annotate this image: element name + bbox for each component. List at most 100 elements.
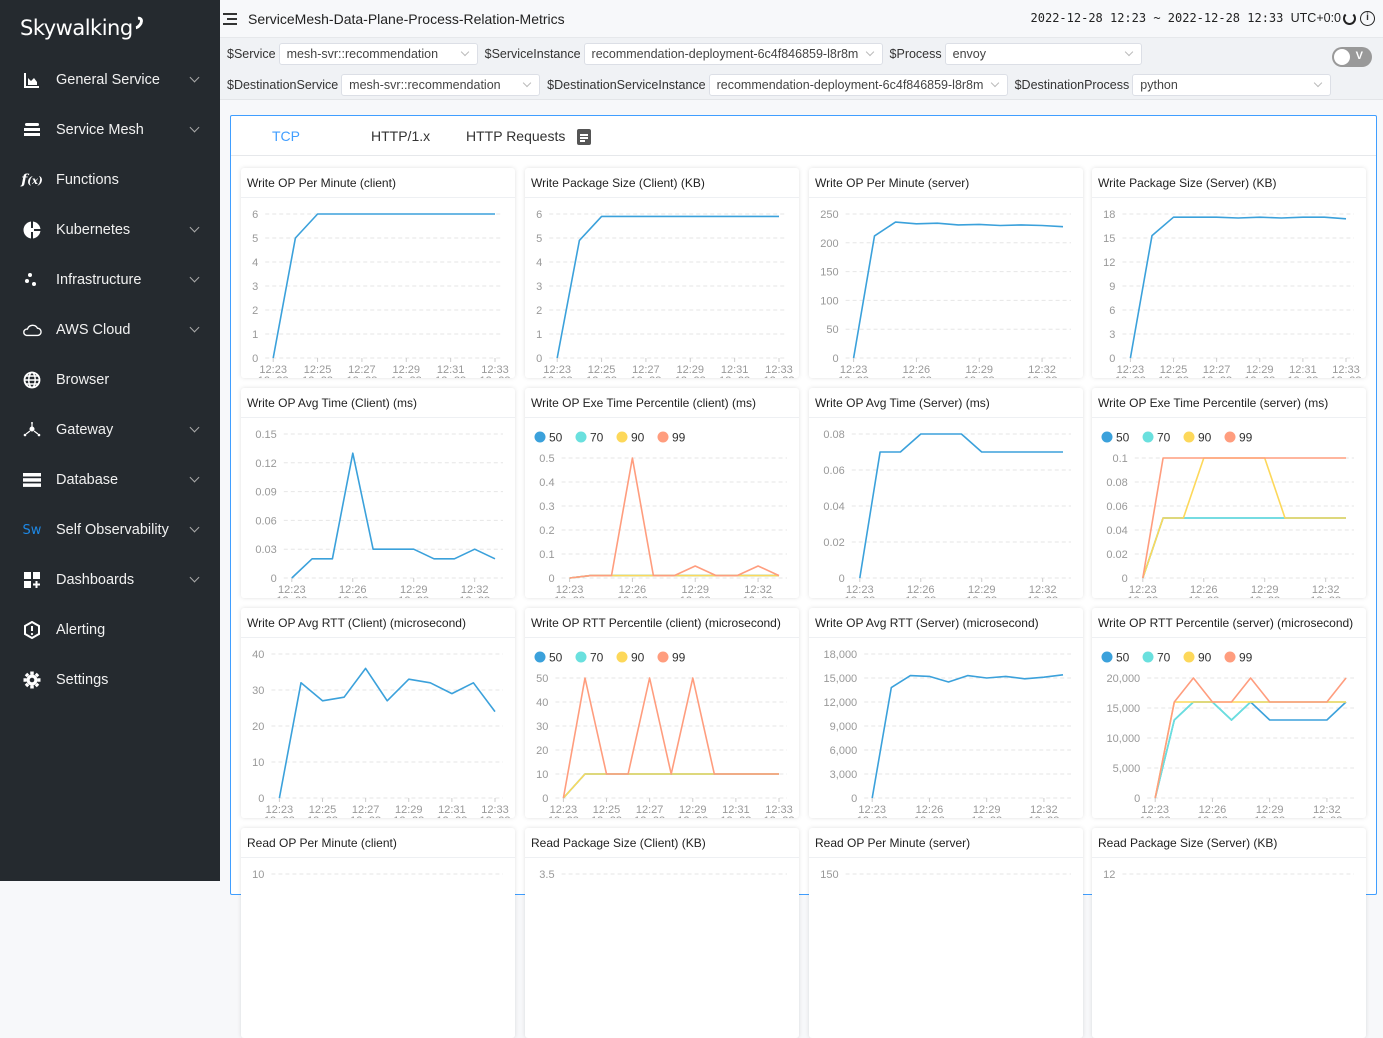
series-line-70[interactable] — [1142, 517, 1346, 579]
series-line-99[interactable] — [562, 677, 779, 799]
service-instance-select[interactable]: recommendation-deployment-6c4f846859-l8r… — [583, 43, 883, 65]
sidebar-item-label: Functions — [56, 172, 119, 188]
process-select[interactable]: envoy — [944, 43, 1142, 65]
y-tick-label: 0 — [548, 573, 554, 585]
legend-item[interactable]: 70 — [575, 651, 604, 665]
series-line-value[interactable] — [291, 452, 496, 579]
x-tick-sublabel: 12−28 — [276, 595, 307, 598]
sidebar-item-self-observability[interactable]: Sw Self Observability — [0, 505, 220, 555]
y-tick-label: 0.06 — [1106, 501, 1127, 513]
legend-item[interactable]: 70 — [1142, 651, 1171, 665]
legend-item[interactable]: 50 — [534, 431, 563, 445]
refresh-icon[interactable] — [1343, 12, 1356, 25]
sidebar-item-label: Gateway — [56, 422, 114, 438]
sidebar-item-gateway[interactable]: Gateway — [0, 405, 220, 455]
series-line-50[interactable] — [1142, 517, 1346, 579]
info-icon[interactable]: i — [1360, 11, 1375, 26]
y-tick-label: 5 — [536, 233, 542, 245]
destination-service-instance-select[interactable]: recommendation-deployment-6c4f846859-l8r… — [708, 74, 1008, 96]
legend-item[interactable]: 99 — [1224, 431, 1253, 445]
y-tick-label: 3,000 — [830, 769, 858, 781]
x-tick-sublabel: 12−28 — [914, 815, 945, 818]
legend-item[interactable]: 99 — [1224, 651, 1253, 665]
chevron-down-icon[interactable] — [189, 522, 200, 533]
y-tick-label: 50 — [536, 673, 548, 685]
skywalking-logo[interactable]: Skywalking — [20, 14, 146, 40]
line-chart: 507090990102030405012:2312−2812:2512−281… — [534, 651, 795, 818]
legend-item[interactable]: 99 — [657, 431, 686, 445]
y-tick-label: 3.5 — [539, 869, 554, 881]
series-line-50[interactable] — [1154, 701, 1347, 799]
sidebar-item-database[interactable]: Database — [0, 455, 220, 505]
x-tick-sublabel: 12−28 — [436, 815, 467, 818]
chevron-down-icon[interactable] — [189, 122, 200, 133]
sidebar-item-functions[interactable]: f(x) Functions — [0, 155, 220, 205]
x-tick-sublabel: 12−28 — [680, 595, 711, 598]
y-tick-label: 5,000 — [1113, 763, 1141, 775]
x-tick-sublabel: 12−28 — [764, 815, 795, 818]
y-tick-label: 150 — [820, 869, 838, 881]
chevron-down-icon[interactable] — [189, 422, 200, 433]
tab-http1x[interactable]: HTTP/1.x — [371, 128, 430, 144]
legend-item[interactable]: 70 — [575, 431, 604, 445]
chevron-down-icon[interactable] — [189, 222, 200, 233]
series-line-70[interactable] — [1154, 701, 1346, 799]
legend-item[interactable]: 99 — [657, 651, 686, 665]
line-chart: 3.5 — [539, 869, 787, 881]
y-tick-label: 0 — [271, 573, 277, 585]
series-line-50[interactable] — [562, 773, 779, 799]
legend-item[interactable]: 90 — [616, 431, 645, 445]
edit-mode-toggle[interactable]: V — [1332, 47, 1372, 67]
legend-item[interactable]: 90 — [1183, 431, 1212, 445]
y-tick-label: 0 — [1134, 793, 1140, 805]
sidebar-item-dashboards[interactable]: Dashboards — [0, 555, 220, 605]
chevron-down-icon[interactable] — [189, 472, 200, 483]
sidebar-item-aws-cloud[interactable]: AWS Cloud — [0, 305, 220, 355]
y-tick-label: 2 — [536, 305, 542, 317]
destination-service-select[interactable]: mesh-svr::recommendation — [341, 74, 541, 96]
collapse-menu-icon[interactable] — [223, 12, 237, 25]
chevron-down-icon[interactable] — [189, 572, 200, 583]
series-line-value[interactable] — [278, 667, 496, 799]
mesh-icon — [22, 120, 42, 140]
sidebar-item-settings[interactable]: Settings — [0, 655, 220, 705]
y-tick-label: 0.03 — [255, 544, 276, 556]
service-select[interactable]: mesh-svr::recommendation — [278, 43, 478, 65]
y-tick-label: 250 — [820, 209, 838, 221]
tab-http-requests[interactable]: HTTP Requests — [466, 128, 565, 144]
y-tick-label: 9 — [1109, 281, 1115, 293]
chevron-down-icon[interactable] — [189, 272, 200, 283]
y-tick-label: 150 — [820, 267, 838, 279]
tab-tcp[interactable]: TCP — [272, 128, 300, 144]
series-line-90[interactable] — [1154, 701, 1346, 799]
legend-swatch — [1142, 431, 1154, 443]
line-chart: 03,0006,0009,00012,00015,00018,00012:23 1… — [824, 649, 1071, 818]
x-tick-sublabel: 12−28 — [1311, 815, 1342, 818]
legend-item[interactable]: 50 — [1101, 431, 1130, 445]
series-line-90[interactable] — [562, 773, 779, 799]
document-icon[interactable] — [577, 129, 591, 145]
sidebar-item-general-service[interactable]: General Service — [0, 55, 220, 105]
metric-card: Write OP Avg Time (Server) (ms) 0 0.02 0.04… — [809, 388, 1083, 598]
legend-item[interactable]: 90 — [616, 651, 645, 665]
sidebar-item-infrastructure[interactable]: Infrastructure — [0, 255, 220, 305]
destination-service-label: $DestinationService — [227, 78, 339, 92]
time-range[interactable]: 2022-12-28 12:23 ~ 2022-12-28 12:33 UTC+… — [1031, 11, 1341, 25]
series-line-value[interactable] — [871, 674, 1064, 799]
sidebar-item-browser[interactable]: Browser — [0, 355, 220, 405]
legend-item[interactable]: 90 — [1183, 651, 1212, 665]
chevron-down-icon[interactable] — [189, 72, 200, 83]
series-line-70[interactable] — [562, 773, 779, 799]
legend-label: 99 — [1239, 651, 1253, 665]
chevron-down-icon[interactable] — [189, 322, 200, 333]
y-tick-label: 0.06 — [255, 515, 276, 527]
sidebar-item-alerting[interactable]: Alerting — [0, 605, 220, 655]
destination-process-select[interactable]: python — [1132, 74, 1332, 96]
y-tick-label: 12,000 — [824, 697, 858, 709]
sidebar-item-kubernetes[interactable]: Kubernetes — [0, 205, 220, 255]
legend-item[interactable]: 50 — [534, 651, 563, 665]
series-line-99[interactable] — [569, 457, 780, 579]
legend-item[interactable]: 70 — [1142, 431, 1171, 445]
legend-item[interactable]: 50 — [1101, 651, 1130, 665]
sidebar-item-service-mesh[interactable]: Service Mesh — [0, 105, 220, 155]
